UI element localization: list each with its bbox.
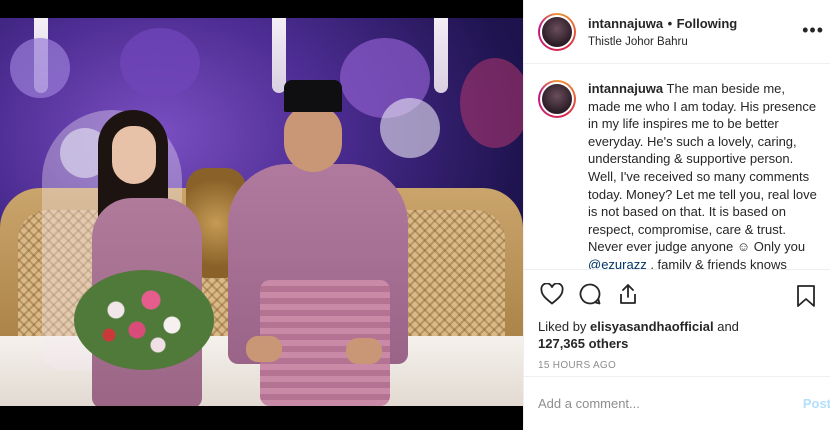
separator-dot: •	[667, 16, 673, 31]
mention-link[interactable]: @ezurazz	[588, 257, 647, 269]
header-username[interactable]: intannajuwa	[588, 16, 663, 31]
comment-bubble-icon[interactable]	[576, 280, 604, 308]
likes-others-link[interactable]: 127,365 others	[538, 336, 628, 351]
post-comment-button[interactable]: Post	[803, 396, 830, 411]
caption-text: intannajuwa The man beside me, made me w…	[588, 80, 818, 269]
caption-username[interactable]: intannajuwa	[588, 81, 663, 96]
comment-composer: Post	[524, 376, 830, 430]
post-photo[interactable]	[0, 0, 523, 430]
liker-username[interactable]: elisyasandhaofficial	[590, 319, 714, 334]
post-header: intannajuwa • Following Thistle Johor Ba…	[524, 0, 830, 64]
comments-section: intannajuwa The man beside me, made me w…	[524, 64, 830, 270]
post-sidebar: intannajuwa • Following Thistle Johor Ba…	[523, 0, 830, 430]
location-link[interactable]: Thistle Johor Bahru	[588, 36, 737, 48]
bookmark-icon[interactable]	[792, 282, 820, 310]
likes-and: and	[713, 319, 739, 334]
share-icon[interactable]	[614, 280, 642, 308]
likes-prefix: Liked by	[538, 319, 591, 334]
caption-avatar[interactable]	[538, 80, 576, 118]
post-timestamp[interactable]: 15 HOURS AGO	[524, 352, 830, 371]
avatar[interactable]	[538, 12, 576, 51]
caption-body-end: , family & friends knows	[646, 256, 787, 270]
wedding-photo	[0, 18, 523, 406]
likes-summary: Liked by elisyasandhaofficial and 127,36…	[524, 318, 830, 352]
comment-input[interactable]	[538, 396, 817, 411]
action-bar	[524, 270, 830, 318]
caption-body: The man beside me, made me who I am toda…	[588, 81, 817, 255]
following-button[interactable]: Following	[677, 16, 738, 31]
like-heart-icon[interactable]	[538, 280, 566, 308]
more-options-icon[interactable]: •••	[802, 21, 824, 39]
